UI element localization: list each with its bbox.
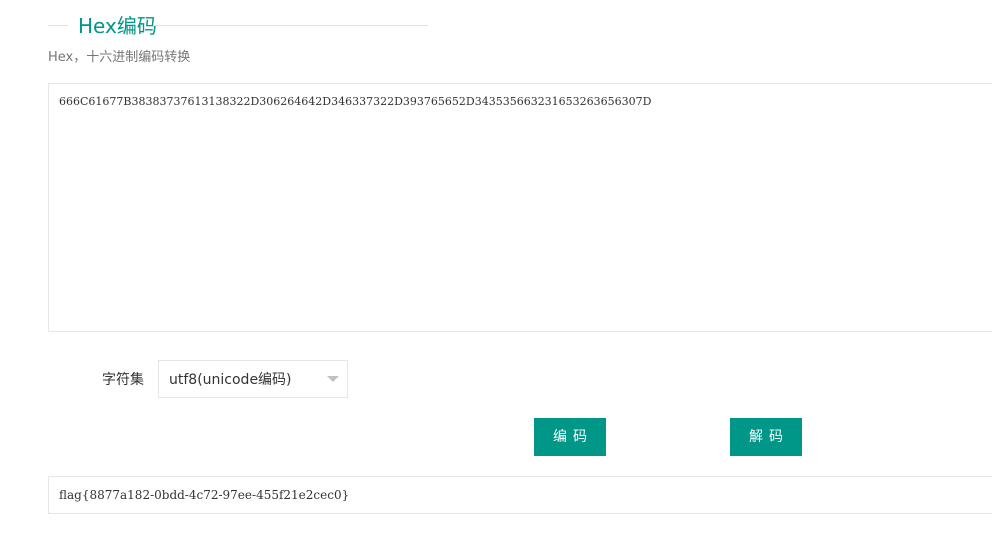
section-header: Hex编码	[48, 14, 428, 38]
decode-button[interactable]: 解码	[730, 418, 802, 456]
charset-label: 字符集	[102, 372, 144, 388]
chevron-down-icon	[327, 376, 339, 382]
charset-select[interactable]: utf8(unicode编码)	[158, 360, 348, 398]
header-divider-right	[153, 25, 428, 26]
result-output-field[interactable]	[48, 476, 992, 514]
page-title: Hex编码	[78, 14, 157, 38]
header-divider-left	[48, 25, 68, 26]
page-subtitle: Hex，十六进制编码转换	[48, 50, 191, 65]
hex-input-textarea[interactable]: 666C61677B38383737613138322D306264642D34…	[48, 83, 992, 332]
charset-selected-value: utf8(unicode编码)	[169, 372, 292, 388]
encode-button[interactable]: 编码	[534, 418, 606, 456]
